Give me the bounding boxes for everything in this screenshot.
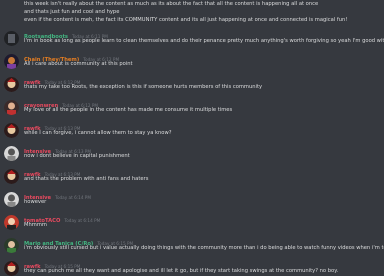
message-text: however [24, 199, 47, 205]
message-text: they can punch me all they want and apol… [24, 268, 339, 274]
avatar[interactable] [4, 238, 19, 253]
message-text: All i care about is community at this po… [24, 61, 133, 67]
message-text: and thats the problem with anti fans and… [24, 176, 149, 182]
message-text: thats my take too Roots, the exception i… [24, 84, 263, 90]
message-text: while I can forgive, i cannot allow them… [24, 130, 172, 136]
message-line: even if the content is meh, the fact its… [24, 17, 348, 23]
message-line: and thats just fun and cool and hype [24, 9, 120, 15]
message-text: i'm obviously still cursed but i value a… [24, 245, 384, 251]
avatar[interactable] [4, 146, 19, 161]
avatar[interactable] [4, 169, 19, 184]
message-text: I'm in book as long as people learn to c… [24, 38, 384, 44]
message-text: Mhmmm [24, 222, 47, 228]
avatar[interactable] [4, 261, 19, 276]
message-text: My love of all the people in the content… [24, 107, 233, 113]
avatar[interactable] [4, 192, 19, 207]
avatar[interactable] [4, 215, 19, 230]
message-text: now i dont believe in capital punishment [24, 153, 130, 159]
avatar[interactable] [4, 54, 19, 69]
message-timestamp: Today at 6:14 PM [64, 218, 101, 223]
avatar[interactable] [4, 123, 19, 138]
avatar[interactable] [4, 77, 19, 92]
message-timestamp: Today at 6:14 PM [55, 195, 91, 200]
avatar[interactable] [4, 100, 19, 115]
message-line: this week isn't really about the content… [24, 1, 319, 7]
avatar[interactable] [4, 31, 19, 46]
chat-log: this week isn't really about the content… [0, 0, 384, 276]
